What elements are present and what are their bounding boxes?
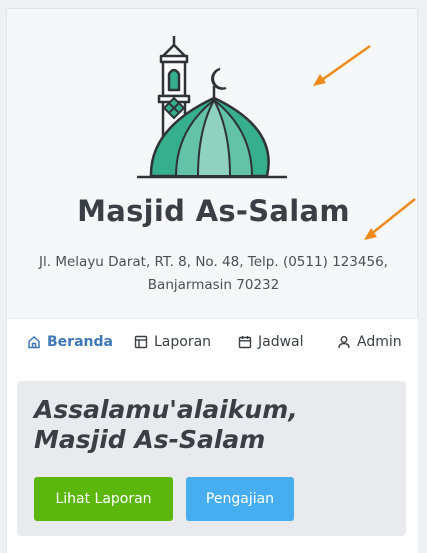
mosque-logo [137, 36, 287, 179]
main-content: Assalamu'alaikum, Masjid As-Salam Lihat … [7, 364, 418, 553]
nav-label: Jadwal [258, 334, 304, 350]
nav-label: Laporan [154, 334, 212, 350]
nav-label: Beranda [47, 334, 113, 350]
annotation-arrow [313, 44, 371, 86]
main-navigation: Beranda Laporan Jadwal Admin [7, 318, 418, 365]
nav-item-laporan[interactable]: Laporan [134, 334, 211, 350]
site-title: Masjid As-Salam [77, 194, 350, 228]
table-icon [134, 335, 148, 349]
home-icon [28, 335, 40, 349]
nav-label: Admin [357, 334, 402, 350]
pengajian-button[interactable]: Pengajian [186, 477, 294, 521]
user-icon [338, 336, 350, 349]
welcome-hero: Assalamu'alaikum, Masjid As-Salam Lihat … [17, 381, 406, 536]
greeting-line: Assalamu'alaikum, [34, 395, 298, 424]
nav-item-beranda[interactable]: Beranda [27, 334, 113, 350]
view-report-button[interactable]: Lihat Laporan [34, 477, 173, 521]
nav-item-jadwal[interactable]: Jadwal [238, 334, 304, 350]
welcome-heading: Assalamu'alaikum, Masjid As-Salam [34, 395, 394, 455]
nav-item-admin[interactable]: Admin [337, 334, 402, 350]
site-address: Jl. Melayu Darat, RT. 8, No. 48, Telp. (… [39, 254, 388, 293]
calendar-icon [238, 336, 252, 349]
greeting-line: Masjid As-Salam [34, 425, 266, 454]
